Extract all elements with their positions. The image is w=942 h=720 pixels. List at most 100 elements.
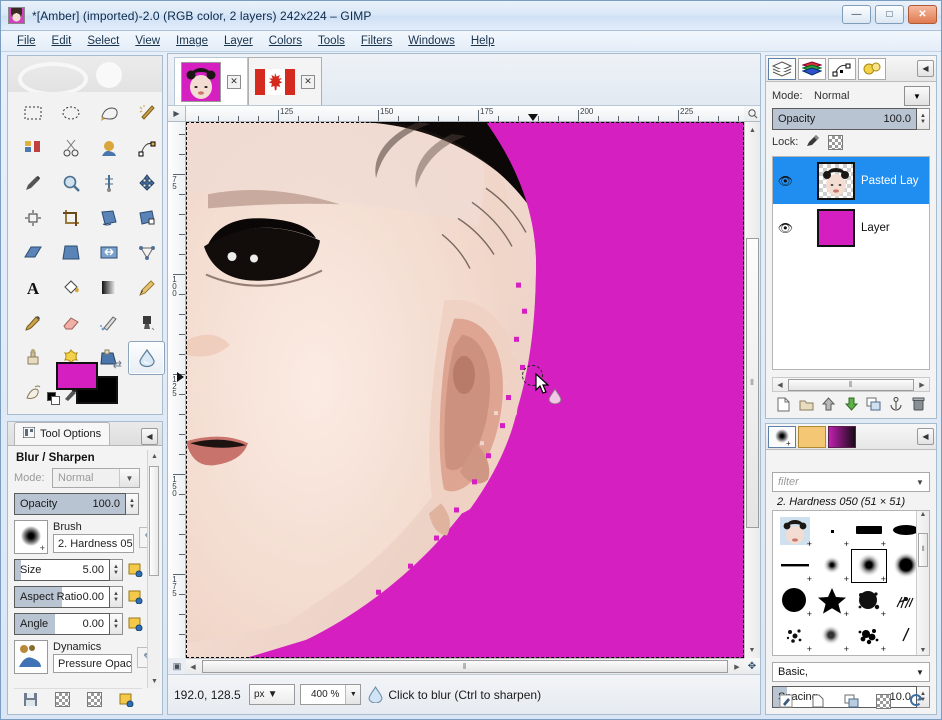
layers-tab[interactable] bbox=[768, 58, 796, 80]
select-by-color-tool[interactable] bbox=[14, 131, 51, 165]
brush-chalk[interactable]: + bbox=[777, 619, 813, 653]
quick-mask-toggle[interactable]: ▣ bbox=[168, 658, 186, 674]
brush-set-select[interactable]: Basic, ▼ bbox=[772, 662, 930, 682]
menu-tools[interactable]: Tools bbox=[310, 33, 353, 49]
scroll-left-icon[interactable]: ◀ bbox=[186, 660, 200, 674]
layer-opacity-stepper[interactable]: ▲▼ bbox=[917, 108, 930, 130]
menu-colors[interactable]: Colors bbox=[261, 33, 310, 49]
brush-hardness-050[interactable]: + bbox=[851, 549, 887, 583]
angle-stepper[interactable]: ▲▼ bbox=[110, 613, 123, 635]
scroll-down-icon[interactable]: ▼ bbox=[745, 643, 759, 657]
brush-value[interactable]: 2. Hardness 05 bbox=[53, 534, 134, 553]
brush-scroll-thumb[interactable]: ⦀ bbox=[918, 533, 928, 567]
reset-aspect-button[interactable] bbox=[126, 588, 145, 607]
layer-visibility-icon[interactable]: 👁 bbox=[777, 172, 794, 189]
menu-filters[interactable]: Filters bbox=[353, 33, 400, 49]
brush-pixel[interactable]: + bbox=[814, 514, 850, 548]
duplicate-layer-button[interactable] bbox=[864, 395, 883, 414]
move-tool[interactable] bbox=[128, 166, 165, 200]
opacity-slider[interactable]: Opacity 100.0 bbox=[14, 493, 126, 515]
blend-mode-dropdown[interactable]: ▼ bbox=[904, 86, 930, 106]
color-picker-tool[interactable] bbox=[14, 166, 51, 200]
new-brush-button[interactable] bbox=[809, 692, 828, 711]
duplicate-brush-button[interactable] bbox=[842, 692, 861, 711]
tab-canada-flag[interactable]: ✕ bbox=[248, 57, 322, 105]
save-tool-options-button[interactable] bbox=[20, 690, 40, 709]
bucket-fill-tool[interactable] bbox=[52, 271, 89, 305]
scroll-right-icon[interactable]: ▶ bbox=[730, 660, 744, 674]
brush-line[interactable]: + bbox=[777, 549, 813, 583]
dynamics-value[interactable]: Pressure Opac bbox=[53, 654, 132, 673]
airbrush-tool[interactable] bbox=[90, 306, 127, 340]
minimize-button[interactable]: — bbox=[842, 5, 871, 24]
dynamics-preview[interactable] bbox=[14, 640, 48, 674]
scroll-left-icon[interactable]: ◀ bbox=[773, 378, 787, 392]
ellipse-select-tool[interactable] bbox=[52, 96, 89, 130]
default-colors-icon[interactable] bbox=[47, 392, 61, 406]
pencil-tool[interactable] bbox=[128, 271, 165, 305]
refresh-brushes-button[interactable] bbox=[907, 692, 926, 711]
paintbrush-tool[interactable] bbox=[14, 306, 51, 340]
menu-file[interactable]: File bbox=[9, 33, 44, 49]
tool-options-scrollbar[interactable]: ▲ ▼ bbox=[147, 450, 160, 688]
brush-grid-scrollbar[interactable]: ▲ ⦀ ▼ bbox=[916, 511, 929, 655]
menu-layer[interactable]: Layer bbox=[216, 33, 261, 49]
foreground-color-swatch[interactable] bbox=[56, 362, 98, 390]
aspect-ratio-slider[interactable]: Aspect Ratio 0.00 bbox=[14, 586, 110, 608]
zoom-select[interactable]: 400 % ▼ bbox=[300, 684, 361, 705]
layers-dock-collapse-button[interactable]: ◀ bbox=[917, 60, 934, 77]
brush-grid[interactable]: ++++++++++++++++ ▲ ⦀ ▼ bbox=[772, 510, 930, 656]
undo-history-tab[interactable] bbox=[858, 58, 886, 80]
scroll-up-icon[interactable]: ▲ bbox=[148, 450, 161, 463]
brush-amber-image[interactable]: + bbox=[777, 514, 813, 548]
vertical-ruler[interactable]: 7 51 0 01 2 51 5 01 7 5 bbox=[168, 122, 186, 658]
anchor-layer-button[interactable] bbox=[887, 395, 906, 414]
reset-angle-button[interactable] bbox=[126, 615, 145, 634]
smudge-tool[interactable] bbox=[14, 376, 51, 410]
ink-tool[interactable] bbox=[128, 306, 165, 340]
fuzzy-select-tool[interactable] bbox=[128, 96, 165, 130]
horizontal-scroll-thumb[interactable]: ⦀ bbox=[202, 660, 728, 673]
lower-layer-button[interactable] bbox=[842, 395, 861, 414]
gradients-tab[interactable] bbox=[828, 426, 856, 448]
layer-visibility-icon[interactable]: 👁 bbox=[777, 219, 794, 236]
unit-select[interactable]: px ▼ bbox=[249, 684, 295, 705]
foreground-select-tool[interactable] bbox=[90, 131, 127, 165]
new-layer-button[interactable] bbox=[774, 395, 793, 414]
canvas-vertical-scrollbar[interactable]: ▲ ⦀ ▼ bbox=[744, 122, 760, 658]
blur-sharpen-tool[interactable] bbox=[128, 341, 165, 375]
brushes-tab[interactable]: + bbox=[768, 426, 796, 448]
clone-tool[interactable] bbox=[14, 341, 51, 375]
lock-alpha-icon[interactable] bbox=[828, 135, 843, 150]
layer-list-horizontal-scrollbar[interactable]: ◀ ⦀ ▶ bbox=[772, 377, 930, 392]
maximize-button[interactable]: □ bbox=[875, 5, 904, 24]
tab-canada-flag-close-button[interactable]: ✕ bbox=[301, 75, 315, 89]
delete-brush-button[interactable] bbox=[874, 692, 893, 711]
aspect-stepper[interactable]: ▲▼ bbox=[110, 586, 123, 608]
perspective-tool[interactable] bbox=[52, 236, 89, 270]
brush-star[interactable]: + bbox=[814, 584, 850, 618]
scroll-down-icon[interactable]: ▼ bbox=[917, 647, 929, 654]
layer-opacity-slider[interactable]: Opacity 100.0 bbox=[772, 108, 917, 130]
scroll-up-icon[interactable]: ▲ bbox=[746, 123, 760, 137]
brush-hardness-025[interactable]: + bbox=[814, 549, 850, 583]
tab-tool-options[interactable]: Tool Options bbox=[14, 422, 110, 445]
delete-layer-button[interactable] bbox=[909, 395, 928, 414]
scroll-thumb[interactable] bbox=[149, 466, 159, 576]
size-stepper[interactable]: ▲▼ bbox=[110, 559, 123, 581]
layer-row-pasted-layer[interactable]: 👁 Pasted Lay bbox=[773, 157, 929, 204]
alignment-tool[interactable] bbox=[14, 201, 51, 235]
menu-image[interactable]: Image bbox=[168, 33, 216, 49]
menu-help[interactable]: Help bbox=[463, 33, 503, 49]
layer-link-slot[interactable] bbox=[800, 219, 811, 236]
shear-tool[interactable] bbox=[14, 236, 51, 270]
scroll-down-icon[interactable]: ▼ bbox=[148, 675, 161, 688]
new-layer-group-button[interactable] bbox=[797, 395, 816, 414]
rect-select-tool[interactable] bbox=[14, 96, 51, 130]
scissors-select-tool[interactable] bbox=[52, 131, 89, 165]
opacity-stepper[interactable]: ▲▼ bbox=[126, 493, 139, 515]
text-tool[interactable]: A bbox=[14, 271, 51, 305]
horizontal-ruler[interactable]: 125150175200225 bbox=[186, 106, 744, 122]
layer-link-slot[interactable] bbox=[800, 172, 811, 189]
navigation-preview-button[interactable]: ✥ bbox=[744, 658, 760, 674]
